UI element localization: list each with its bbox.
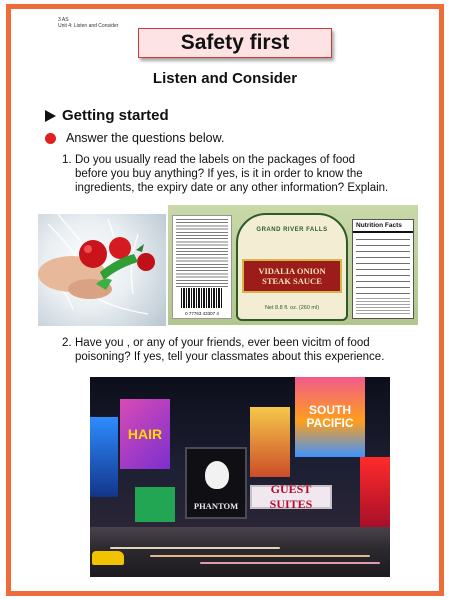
guest-suites-sign: GUEST SUITES: [250, 482, 332, 511]
south-pacific-line-2: PACIFIC: [306, 416, 354, 430]
phantom-billboard-text: PHANTOM: [193, 501, 239, 511]
guest-suites-text: GUEST SUITES: [269, 482, 313, 511]
question-1-line-3: ingredients, the expiry date or any othe…: [75, 182, 389, 194]
tomatoes-washing-photo: [38, 214, 166, 326]
street: [90, 527, 390, 577]
nutrition-facts-panel: Nutrition Facts: [352, 219, 414, 319]
light-streak: [150, 555, 370, 557]
nutrition-facts-rows: [356, 234, 410, 294]
section-heading-text: Getting started: [62, 107, 169, 124]
unit-code: 3 AS Unit 4: Listen and Consider: [58, 17, 118, 29]
product-ribbon: VIDALIA ONION STEAK SAUCE: [242, 259, 342, 293]
hair-billboard: HAIR: [120, 399, 170, 469]
title-banner: Safety first: [138, 28, 332, 58]
blue-billboard: [90, 417, 118, 497]
page-subtitle: Listen and Consider: [152, 70, 298, 87]
question-2-line-1: Have you , or any of your friends, ever …: [75, 337, 370, 349]
product-name-line-1: VIDALIA ONION: [258, 266, 326, 276]
south-pacific-billboard: SOUTH PACIFIC: [295, 377, 365, 457]
page-title: Safety first: [180, 31, 290, 54]
question-1-line-1: Do you usually read the labels on the pa…: [75, 154, 356, 166]
tomatoes-washing-illustration: [38, 214, 155, 315]
net-weight: Net 8.8 fl. oz. (260 ml): [264, 305, 320, 311]
times-square-photo: HAIR PHANTOM SOUTH PACIFIC GUEST SUITES: [90, 377, 390, 577]
section-heading: Getting started: [45, 107, 169, 124]
instruction: Answer the questions below.: [45, 131, 224, 145]
product-label-center: GRAND RIVER FALLS VIDALIA ONION STEAK SA…: [236, 213, 348, 321]
phantom-billboard: PHANTOM: [185, 447, 247, 519]
barcode-number: 0 77763 43307 4: [185, 311, 219, 316]
taxi-icon: [92, 551, 124, 565]
food-label-photo: 0 77763 43307 4 GRAND RIVER FALLS VIDALI…: [168, 205, 418, 325]
light-streak: [110, 547, 280, 549]
bullet-dot-icon: [45, 132, 56, 144]
play-arrow-icon: [45, 109, 56, 122]
red-billboard: [360, 457, 390, 527]
light-streak: [200, 562, 380, 564]
barcode-icon: [181, 288, 223, 308]
instruction-text: Answer the questions below.: [66, 131, 225, 145]
yellow-billboard: [250, 407, 290, 477]
code-line-unit: Unit 4: Listen and Consider: [58, 23, 119, 29]
question-2: 2. Have you , or any of your friends, eve…: [62, 336, 422, 364]
green-billboard: [135, 487, 175, 522]
ingredients-panel: 0 77763 43307 4: [172, 215, 232, 319]
nutrition-facts-title: Nutrition Facts: [353, 220, 413, 233]
question-1-line-2: before you buy anything? If yes, is it i…: [75, 168, 363, 180]
mask-icon: [205, 461, 229, 489]
question-1: 1. Do you usually read the labels on the …: [62, 153, 422, 195]
product-name-line-2: STEAK SAUCE: [262, 276, 322, 286]
ingredients-text-block: [176, 219, 228, 287]
brand-name: GRAND RIVER FALLS: [256, 227, 328, 233]
question-1-number: 1.: [62, 154, 72, 166]
nutrition-facts-footer: [356, 298, 410, 314]
question-2-number: 2.: [62, 337, 72, 349]
question-2-line-2: poisoning? If yes, tell your classmates …: [75, 351, 385, 363]
hair-billboard-text: HAIR: [127, 426, 163, 442]
